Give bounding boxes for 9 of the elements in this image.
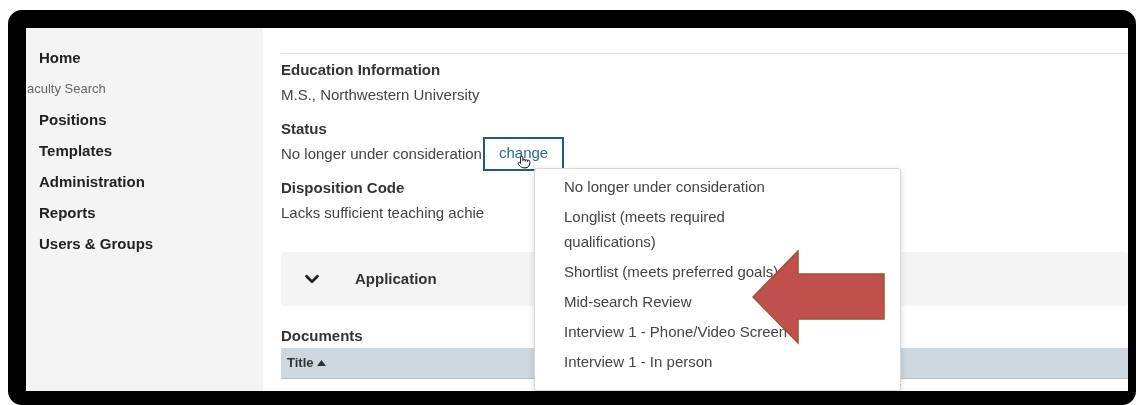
- field-label: Status: [281, 119, 327, 139]
- field-value: No longer under consideration: [281, 144, 482, 164]
- field-value: M.S., Northwestern University: [281, 85, 480, 105]
- field-label: Education Information: [281, 60, 441, 80]
- field-label: Disposition Code: [281, 178, 405, 198]
- field-value: Lacks sufficient teaching achie: [281, 203, 485, 223]
- sidebar-heading: aculty Search: [27, 80, 106, 98]
- panel-title: Application: [355, 268, 437, 289]
- documents-heading: Documents: [281, 326, 363, 346]
